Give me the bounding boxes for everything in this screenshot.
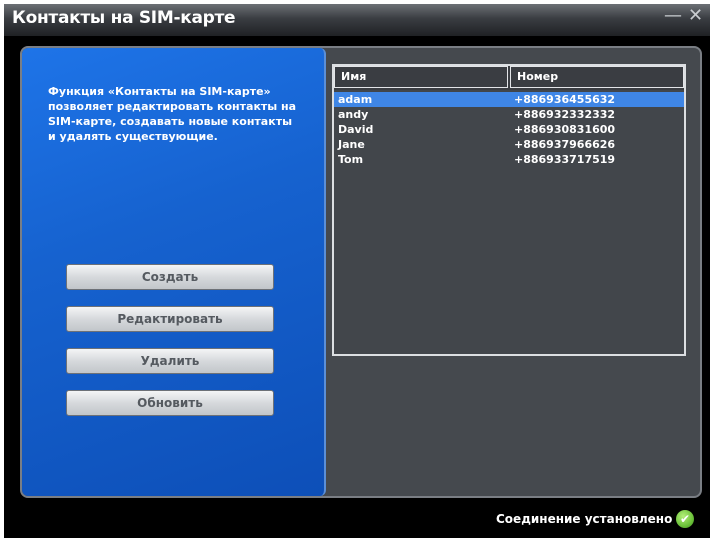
refresh-button[interactable]: Обновить bbox=[66, 390, 274, 416]
contacts-table[interactable]: Имя Номер adam +886936455632 andy +88693… bbox=[332, 64, 686, 356]
minimize-icon[interactable]: — bbox=[664, 7, 682, 25]
table-row[interactable]: Jane +886937966626 bbox=[334, 137, 684, 152]
contact-name: Jane bbox=[338, 138, 365, 151]
contact-name: Tom bbox=[338, 153, 364, 166]
contact-name: andy bbox=[338, 108, 369, 121]
connection-status: Соединение установлено bbox=[496, 512, 673, 526]
table-rows: adam +886936455632 andy +886932332332 Da… bbox=[334, 92, 684, 167]
table-header: Имя Номер bbox=[334, 66, 684, 90]
table-row[interactable]: adam +886936455632 bbox=[334, 92, 684, 107]
contact-number: +886937966626 bbox=[514, 138, 616, 151]
check-circle-icon: ✔ bbox=[676, 510, 694, 528]
close-icon[interactable]: ✕ bbox=[688, 7, 703, 25]
sim-contacts-window: Контакты на SIM-карте — ✕ Функция «Конта… bbox=[4, 4, 710, 538]
contact-number: +886933717519 bbox=[514, 153, 616, 166]
table-row[interactable]: Tom +886933717519 bbox=[334, 152, 684, 167]
contact-name: adam bbox=[338, 93, 373, 106]
contact-number: +886930831600 bbox=[514, 123, 616, 136]
window-title: Контакты на SIM-карте bbox=[12, 8, 236, 28]
contact-number: +886936455632 bbox=[514, 93, 616, 106]
contact-name: David bbox=[338, 123, 374, 136]
actions-panel: Функция «Контакты на SIM-карте» позволяе… bbox=[22, 48, 326, 496]
create-button[interactable]: Создать bbox=[66, 264, 274, 290]
table-row[interactable]: andy +886932332332 bbox=[334, 107, 684, 122]
column-header-name[interactable]: Имя bbox=[334, 66, 508, 88]
edit-button[interactable]: Редактировать bbox=[66, 306, 274, 332]
column-header-number[interactable]: Номер bbox=[510, 66, 684, 88]
title-bar[interactable]: Контакты на SIM-карте — ✕ bbox=[4, 4, 710, 36]
delete-button[interactable]: Удалить bbox=[66, 348, 274, 374]
feature-description: Функция «Контакты на SIM-карте» позволяе… bbox=[48, 85, 297, 143]
contact-number: +886932332332 bbox=[514, 108, 616, 121]
table-row[interactable]: David +886930831600 bbox=[334, 122, 684, 137]
content-frame: Функция «Контакты на SIM-карте» позволяе… bbox=[20, 46, 702, 498]
status-bar: Соединение установлено ✔ bbox=[4, 502, 710, 538]
